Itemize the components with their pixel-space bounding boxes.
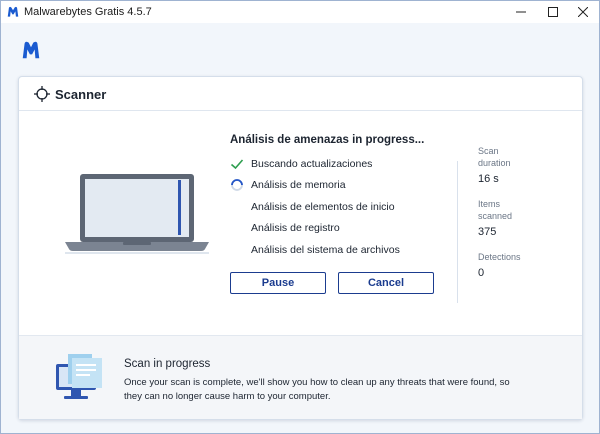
close-button[interactable] xyxy=(567,1,599,23)
malwarebytes-logo-icon xyxy=(7,6,19,17)
footer-description: Once your scan is complete, we'll show y… xyxy=(124,377,510,402)
task-label: Análisis del sistema de archivos xyxy=(251,244,400,256)
task-item: Buscando actualizaciones xyxy=(230,156,450,172)
card-header: Scanner xyxy=(19,77,582,111)
scan-footer: Scan in progress Once your scan is compl… xyxy=(19,335,582,419)
task-label: Análisis de memoria xyxy=(251,179,346,191)
detections-value: 0 xyxy=(478,267,485,279)
title-bar: Malwarebytes Gratis 4.5.7 xyxy=(1,1,599,23)
laptop-illustration xyxy=(65,174,209,254)
close-icon xyxy=(578,7,588,17)
monitor-document-icon xyxy=(56,354,102,399)
footer-title: Scan in progress xyxy=(124,358,211,370)
page-title: Scanner xyxy=(55,87,107,102)
spinner-icon xyxy=(231,179,243,191)
task-item: Análisis de registro xyxy=(230,220,450,236)
detections-label: Detections xyxy=(478,252,521,262)
scanner-card: Scanner Análisis de amenazas in progress… xyxy=(18,76,583,420)
duration-label: Scan duration xyxy=(478,146,511,168)
task-label: Análisis de elementos de inicio xyxy=(251,201,395,213)
task-item: Análisis del sistema de archivos xyxy=(230,242,450,258)
malwarebytes-logo-icon[interactable] xyxy=(20,39,42,61)
minimize-icon xyxy=(516,11,526,13)
task-item: Análisis de memoria xyxy=(230,177,450,193)
task-label: Buscando actualizaciones xyxy=(251,158,373,170)
items-scanned-value: 375 xyxy=(478,226,497,238)
cancel-button[interactable]: Cancel xyxy=(338,272,434,294)
items-scanned-label: Items scanned xyxy=(478,199,513,221)
maximize-icon xyxy=(548,7,558,17)
stats-divider xyxy=(457,161,458,303)
scan-heading: Análisis de amenazas in progress... xyxy=(230,134,425,146)
maximize-button[interactable] xyxy=(537,1,569,23)
duration-value: 16 s xyxy=(478,173,499,185)
pause-button[interactable]: Pause xyxy=(230,272,326,294)
window-title: Malwarebytes Gratis 4.5.7 xyxy=(24,6,152,18)
app-window: Malwarebytes Gratis 4.5.7 Scanner Anális… xyxy=(0,0,600,434)
target-icon xyxy=(34,86,50,102)
check-icon xyxy=(230,159,244,170)
task-label: Análisis de registro xyxy=(251,222,340,234)
minimize-button[interactable] xyxy=(505,1,537,23)
task-item: Análisis de elementos de inicio xyxy=(230,199,450,215)
